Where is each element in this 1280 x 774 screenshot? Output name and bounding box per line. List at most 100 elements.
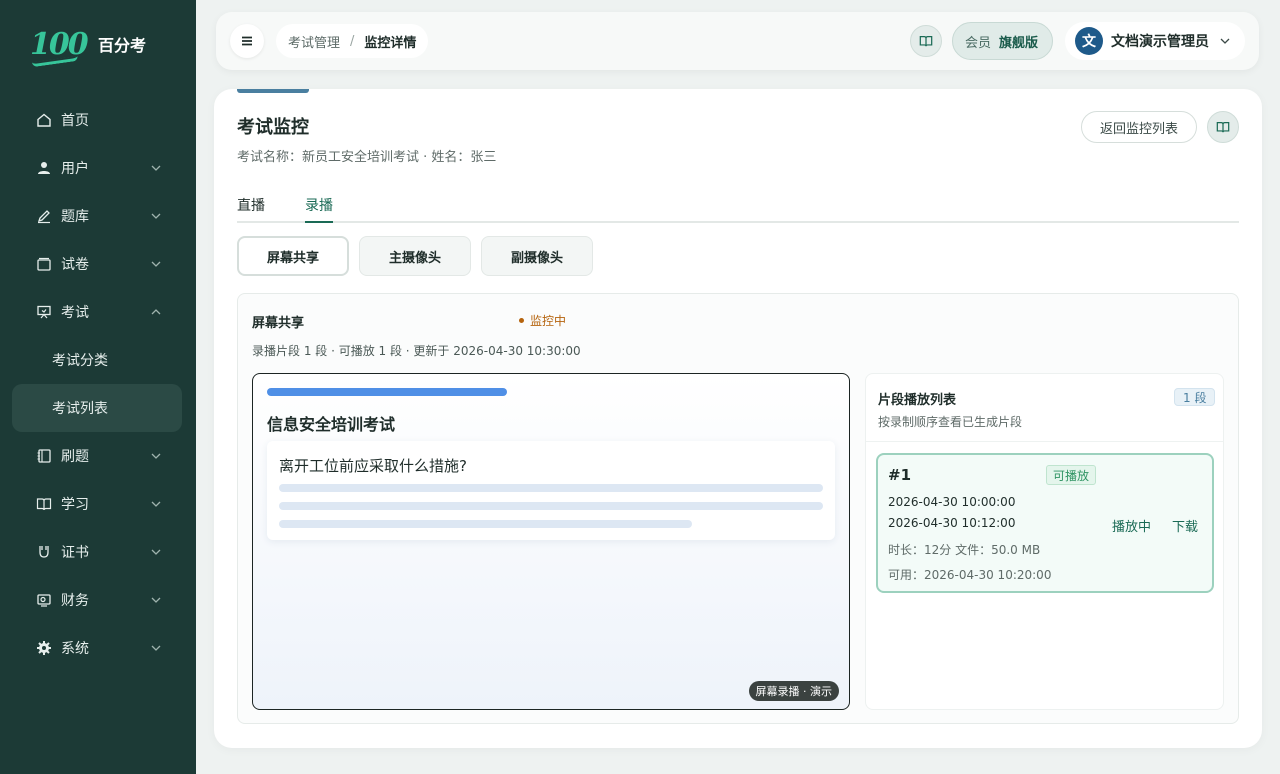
- menu-toggle-button[interactable]: [230, 24, 264, 58]
- docs-button[interactable]: [909, 25, 942, 57]
- sidebar-item-users[interactable]: 用户: [0, 144, 196, 192]
- source-main-camera-button[interactable]: 主摄像头: [359, 236, 471, 276]
- clip-list-header: 片段播放列表 按录制顺序查看已生成片段 1 段: [866, 374, 1223, 442]
- source-secondary-camera-button[interactable]: 副摄像头: [481, 236, 593, 276]
- book-icon: [1216, 122, 1230, 133]
- clip-start-time: 2026-04-30 10:00:00: [888, 495, 1016, 509]
- sidebar-item-label: 刷题: [61, 449, 89, 465]
- tab-live[interactable]: 直播: [237, 195, 265, 223]
- video-preview[interactable]: 信息安全培训考试 离开工位前应采取什么措施? 屏幕录播 · 演示: [252, 373, 850, 710]
- chevron-down-icon: [151, 501, 161, 507]
- sidebar-item-label: 学习: [61, 497, 89, 513]
- page-subtitle: 考试名称：新员工安全培训考试 · 姓名：张三: [237, 150, 497, 165]
- hamburger-icon: [242, 36, 252, 46]
- sidebar-item-learning[interactable]: 学习: [0, 480, 196, 528]
- preview-tag: 屏幕录播 · 演示: [748, 681, 839, 701]
- sidebar-item-exams[interactable]: 考试: [0, 288, 196, 336]
- tab-recorded[interactable]: 录播: [305, 195, 333, 223]
- docs-button[interactable]: [1207, 111, 1239, 143]
- breadcrumb-separator: /: [350, 33, 355, 49]
- sidebar-item-label: 证书: [61, 545, 89, 561]
- clip-list-title: 片段播放列表: [878, 393, 957, 408]
- paper-icon: [36, 256, 52, 272]
- status-dot-icon: [519, 318, 524, 323]
- avatar: 文: [1075, 27, 1103, 55]
- brand[interactable]: 100 百分考: [0, 0, 196, 88]
- pen-icon: [36, 208, 52, 224]
- book-icon: [919, 36, 933, 47]
- presentation-icon: [36, 304, 52, 320]
- clip-end-time: 2026-04-30 10:12:00: [888, 516, 1016, 530]
- sidebar-item-label: 首页: [61, 113, 89, 129]
- sidebar-item-certificates[interactable]: 证书: [0, 528, 196, 576]
- panel-title: 屏幕共享: [252, 316, 305, 331]
- sidebar-item-label: 题库: [61, 209, 89, 225]
- sidebar-subitem-exam-category[interactable]: 考试分类: [0, 336, 196, 384]
- member-tier: 旗舰版: [998, 35, 1038, 51]
- clip-number: #1: [888, 466, 912, 484]
- clip-item[interactable]: #1 可播放 2026-04-30 10:00:00 2026-04-30 10…: [876, 453, 1214, 593]
- preview-question: 离开工位前应采取什么措施?: [279, 457, 467, 475]
- breadcrumb-exam-management[interactable]: 考试管理: [288, 32, 340, 51]
- chevron-down-icon: [151, 597, 161, 603]
- sidebar-item-practice[interactable]: 刷题: [0, 432, 196, 480]
- header-right: 会员 旗舰版 文 文档演示管理员: [909, 22, 1245, 60]
- sidebar-item-label: 试卷: [61, 257, 89, 273]
- sidebar-item-finance[interactable]: 财务: [0, 576, 196, 624]
- clip-available: 可用：2026-04-30 10:20:00: [888, 568, 1052, 582]
- brand-logo: 100: [30, 26, 89, 67]
- back-to-list-button[interactable]: 返回监控列表: [1081, 111, 1197, 143]
- brand-logo-text: 100: [30, 26, 89, 62]
- breadcrumb-current: 监控详情: [364, 35, 417, 51]
- main-card: 考试监控 考试名称：新员工安全培训考试 · 姓名：张三 返回监控列表 直播 录播…: [214, 89, 1262, 748]
- sidebar-item-home[interactable]: 首页: [0, 96, 196, 144]
- status-text: 监控中: [530, 314, 567, 328]
- sidebar-nav: 首页 用户 题库 试卷 考试 考试分类 考试列表 刷题 学习 证书 财务 系统: [0, 96, 196, 672]
- placeholder-line: [279, 484, 823, 492]
- membership-badge[interactable]: 会员 旗舰版: [951, 22, 1053, 60]
- sidebar-item-label: 用户: [61, 161, 89, 177]
- breadcrumb: 考试管理 / 监控详情: [276, 24, 429, 58]
- page-title: 考试监控: [237, 117, 309, 138]
- sidebar-item-system[interactable]: 系统: [0, 624, 196, 672]
- status-badge: 监控中: [519, 312, 566, 329]
- source-screen-share-button[interactable]: 屏幕共享: [237, 236, 349, 276]
- gear-icon: [36, 640, 52, 656]
- preview-question-card: 离开工位前应采取什么措施?: [267, 441, 835, 540]
- preview-progress-bar: [267, 388, 507, 396]
- play-button[interactable]: 播放中: [1112, 516, 1151, 535]
- recording-panel: 屏幕共享 监控中 录播片段 1 段 · 可播放 1 段 · 更新于 2026-0…: [237, 293, 1239, 724]
- top-header: 考试管理 / 监控详情 会员 旗舰版 文 文档演示管理员: [216, 12, 1259, 70]
- chevron-down-icon: [151, 165, 161, 171]
- tab-bar: 直播 录播: [237, 193, 1239, 223]
- sidebar: 100 百分考 首页 用户 题库 试卷 考试 考试分类 考试列表 刷题 学习 证…: [0, 0, 196, 774]
- sidebar-item-label: 考试: [61, 305, 89, 321]
- clip-status-badge: 可播放: [1046, 465, 1097, 485]
- chevron-up-icon: [151, 309, 161, 315]
- certificate-icon: [36, 544, 52, 560]
- clip-count-badge: 1 段: [1174, 388, 1216, 406]
- clip-list-desc: 按录制顺序查看已生成片段: [878, 415, 1023, 429]
- chevron-down-icon: [151, 261, 161, 267]
- user-icon: [36, 160, 52, 176]
- clip-info: 时长：12分 文件：50.0 MB: [888, 543, 1041, 557]
- preview-title: 信息安全培训考试: [267, 415, 396, 434]
- user-menu[interactable]: 文 文档演示管理员: [1065, 22, 1245, 60]
- sidebar-item-label: 财务: [61, 593, 89, 609]
- chevron-down-icon: [1220, 38, 1230, 44]
- sidebar-item-question-bank[interactable]: 题库: [0, 192, 196, 240]
- placeholder-line: [279, 520, 692, 528]
- chevron-down-icon: [151, 645, 161, 651]
- sidebar-item-papers[interactable]: 试卷: [0, 240, 196, 288]
- download-button[interactable]: 下载: [1172, 516, 1198, 535]
- chevron-down-icon: [151, 453, 161, 459]
- chevron-down-icon: [151, 549, 161, 555]
- member-label: 会员: [964, 35, 991, 51]
- sidebar-item-label: 系统: [61, 641, 89, 657]
- accent-bar: [237, 89, 309, 93]
- book-open-icon: [36, 496, 52, 512]
- notebook-icon: [36, 448, 52, 464]
- sidebar-subitem-exam-list[interactable]: 考试列表: [12, 384, 182, 432]
- user-name: 文档演示管理员: [1111, 34, 1209, 50]
- finance-icon: [36, 592, 52, 608]
